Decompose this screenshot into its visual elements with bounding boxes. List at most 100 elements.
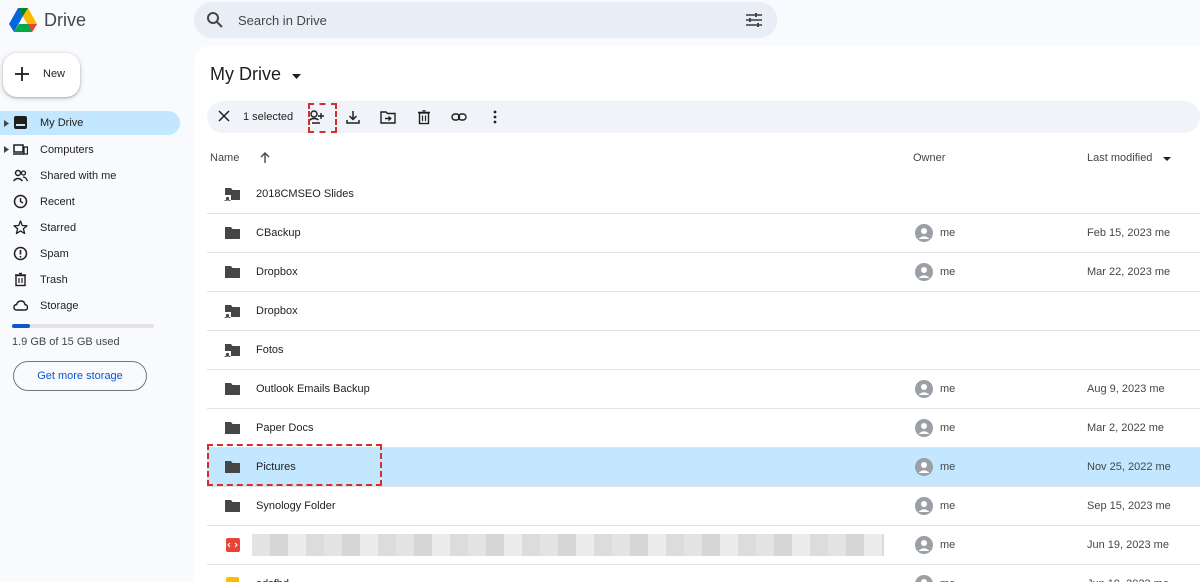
avatar-icon (915, 497, 933, 515)
shared-folder-icon (224, 305, 240, 318)
avatar-icon (915, 458, 933, 476)
redacted-file-name (252, 534, 884, 556)
file-owner: me (940, 500, 956, 512)
file-name: Synology Folder (256, 500, 336, 512)
clock-icon (13, 194, 28, 209)
file-modified: Feb 15, 2023 me (1087, 227, 1171, 239)
trash-icon (15, 272, 26, 287)
file-modified: Aug 9, 2023 me (1087, 383, 1165, 395)
share-button-highlight (308, 103, 337, 133)
sidebar-item-recent[interactable]: Recent (0, 189, 180, 215)
drive-logo-icon (9, 8, 37, 32)
file-owner: me (940, 578, 955, 582)
file-modified: Nov 25, 2022 me (1087, 461, 1171, 473)
selection-toolbar: 1 selected (207, 101, 1200, 133)
pictures-row-highlight (207, 444, 382, 486)
star-icon (13, 220, 28, 235)
column-header-name[interactable]: Name (210, 152, 239, 164)
search-options-icon[interactable] (745, 12, 763, 28)
file-list: 2018CMSEO Slides CBackup me Feb 15, 2023 me… (207, 175, 1200, 582)
file-owner: me (940, 461, 956, 473)
search-bar[interactable] (194, 2, 777, 38)
trash-icon[interactable] (416, 109, 432, 125)
sidebar-item-storage[interactable]: Storage (0, 293, 180, 319)
storage-usage-text: 1.9 GB of 15 GB used (12, 336, 120, 348)
avatar-icon (915, 380, 933, 398)
file-owner: me (940, 383, 956, 395)
file-modified: Mar 22, 2023 me (1087, 266, 1171, 278)
sidebar-item-starred[interactable]: Starred (0, 215, 180, 241)
search-input[interactable] (238, 8, 718, 32)
close-icon[interactable] (218, 110, 230, 122)
file-row[interactable]: Synology Folder me Sep 15, 2023 me (207, 487, 1200, 526)
search-icon[interactable] (206, 11, 224, 29)
shared-folder-icon (224, 344, 240, 357)
sidebar-item-computers[interactable]: Computers (0, 137, 180, 163)
title-dropdown-icon[interactable] (292, 74, 301, 79)
shared-folder-icon (224, 188, 240, 201)
sidebar-item-label: Starred (40, 222, 77, 234)
folder-icon (225, 383, 240, 395)
file-modified: Jun 19, 2023 me (1087, 578, 1169, 582)
file-row[interactable]: 2018CMSEO Slides (207, 175, 1200, 214)
sidebar-item-label: My Drive (40, 117, 84, 129)
sidebar-item-label: Computers (40, 144, 94, 156)
file-row[interactable]: Fotos (207, 331, 1200, 370)
move-to-folder-icon[interactable] (380, 109, 396, 125)
sidebar-item-trash[interactable]: Trash (0, 267, 180, 293)
file-name: 2018CMSEO Slides (256, 188, 354, 200)
storage-meter (12, 324, 154, 328)
app-name: Drive (44, 9, 87, 30)
sidebar-item-label: Shared with me (40, 170, 117, 182)
slides-file-icon (226, 577, 239, 582)
folder-icon (225, 227, 240, 239)
file-modified: Sep 15, 2023 me (1087, 500, 1171, 512)
file-row[interactable]: adsfbd.. me Jun 19, 2023 me (207, 565, 1200, 582)
avatar-icon (915, 419, 933, 437)
file-row[interactable]: CBackup me Feb 15, 2023 me (207, 214, 1200, 253)
sort-ascending-icon[interactable] (260, 152, 270, 163)
file-row[interactable]: Outlook Emails Backup me Aug 9, 2023 me (207, 370, 1200, 409)
expand-caret-icon[interactable] (4, 146, 9, 153)
more-actions-icon[interactable] (487, 109, 503, 125)
sidebar-item-shared-with-me[interactable]: Shared with me (0, 163, 180, 189)
file-row[interactable]: Dropbox me Mar 22, 2023 me (207, 253, 1200, 292)
spam-icon (13, 246, 28, 261)
main-content: My Drive 1 selected Name Owner Last modi… (194, 46, 1200, 582)
storage-meter-fill (12, 324, 31, 328)
file-name: Fotos (256, 344, 284, 356)
code-file-icon (226, 538, 240, 552)
new-button-label: New (43, 68, 66, 80)
file-name: Paper Docs (256, 422, 314, 434)
shared-icon (13, 169, 28, 182)
sidebar-item-spam[interactable]: Spam (0, 241, 180, 267)
link-icon[interactable] (451, 109, 467, 125)
sidebar-item-my-drive[interactable]: My Drive (0, 111, 180, 135)
selection-count: 1 selected (243, 111, 294, 123)
my-drive-icon (14, 116, 27, 129)
file-owner: me (940, 227, 956, 239)
file-name: Dropbox (256, 266, 298, 278)
sidebar-nav: My Drive Computers Shared with me Recent… (0, 111, 180, 319)
download-icon[interactable] (345, 109, 361, 125)
new-button[interactable]: New (3, 53, 80, 97)
cloud-icon (13, 300, 28, 311)
page-title[interactable]: My Drive (210, 64, 281, 85)
file-row[interactable]: Paper Docs me Mar 2, 2022 me (207, 409, 1200, 448)
expand-caret-icon[interactable] (4, 120, 9, 127)
file-name: CBackup (256, 227, 301, 239)
sort-dropdown-icon[interactable] (1163, 157, 1171, 161)
drive-logo[interactable]: Drive (8, 6, 86, 34)
get-more-storage-button[interactable]: Get more storage (13, 361, 147, 391)
folder-icon (225, 500, 240, 512)
sidebar-item-label: Spam (40, 248, 69, 260)
column-header-modified[interactable]: Last modified (1087, 152, 1152, 164)
folder-icon (225, 422, 240, 434)
file-owner: me (940, 539, 956, 551)
sidebar-item-label: Recent (40, 196, 75, 208)
computers-icon (13, 144, 28, 155)
plus-icon (15, 67, 29, 81)
avatar-icon (915, 536, 933, 554)
file-row[interactable]: me Jun 19, 2023 me (207, 526, 1200, 565)
file-row[interactable]: Dropbox (207, 292, 1200, 331)
